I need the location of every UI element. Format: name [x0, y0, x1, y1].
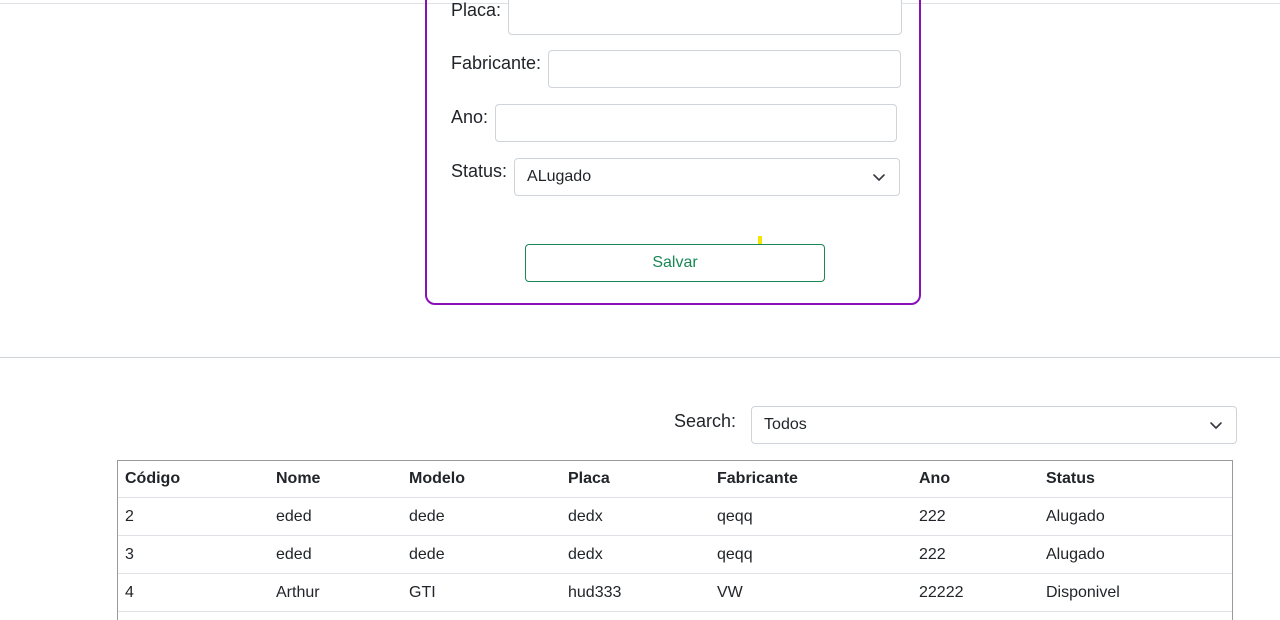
column-header-fabricante: Fabricante — [709, 460, 911, 498]
cell-codigo: 4 — [117, 573, 268, 612]
cell-placa: hud333 — [560, 573, 709, 612]
chevron-down-icon — [1210, 422, 1222, 429]
status-row: Status: ALugado — [451, 158, 901, 196]
fabricante-label: Fabricante: — [451, 53, 542, 73]
column-header-ano: Ano — [911, 460, 1038, 498]
cell-placa: dedx — [560, 497, 709, 536]
table-row[interactable]: 3 eded dede dedx qeqq 222 Alugado — [117, 535, 1233, 574]
ano-input[interactable] — [495, 104, 898, 142]
search-row: Search: Todos — [674, 406, 1238, 444]
cell-status: Disponivel — [1038, 573, 1233, 612]
cell-modelo: dede — [401, 535, 560, 574]
cell-modelo: dede — [401, 497, 560, 536]
chevron-down-icon — [873, 174, 885, 181]
cell-ano: 222 — [911, 535, 1038, 574]
search-label: Search: — [674, 411, 737, 431]
column-header-status: Status — [1038, 460, 1233, 498]
status-selected-value: ALugado — [527, 168, 592, 185]
fabricante-input[interactable] — [548, 50, 902, 88]
placa-input[interactable] — [508, 0, 903, 35]
cell-status: Alugado — [1038, 497, 1233, 536]
fabricante-row: Fabricante: — [451, 50, 902, 88]
table-header-row: Código Nome Modelo Placa Fabricante Ano … — [117, 460, 1233, 498]
cell-nome: eded — [268, 535, 401, 574]
cell-codigo: 2 — [117, 497, 268, 536]
cell-nome: eded — [268, 497, 401, 536]
cell-placa: dedx — [560, 535, 709, 574]
search-selected-value: Todos — [764, 416, 807, 433]
cell-codigo: 3 — [117, 535, 268, 574]
column-header-codigo: Código — [117, 460, 268, 498]
status-select[interactable]: ALugado — [514, 158, 901, 196]
table-row[interactable]: 4 Arthur GTI hud333 VW 22222 Disponivel — [117, 573, 1233, 612]
cell-ano: 222 — [911, 497, 1038, 536]
save-button[interactable]: Salvar — [525, 244, 825, 282]
column-header-nome: Nome — [268, 460, 401, 498]
ano-row: Ano: — [451, 104, 898, 142]
cell-modelo: GTI — [401, 573, 560, 612]
column-header-modelo: Modelo — [401, 460, 560, 498]
vehicles-table: Código Nome Modelo Placa Fabricante Ano … — [117, 460, 1233, 612]
cell-fabricante: qeqq — [709, 535, 911, 574]
cell-ano: 22222 — [911, 573, 1038, 612]
search-select[interactable]: Todos — [751, 406, 1238, 444]
placa-row: Placa: — [451, 0, 903, 35]
ano-label: Ano: — [451, 107, 489, 127]
column-header-placa: Placa — [560, 460, 709, 498]
cell-status: Alugado — [1038, 535, 1233, 574]
status-label: Status: — [451, 161, 508, 181]
table-row[interactable]: 2 eded dede dedx qeqq 222 Alugado — [117, 497, 1233, 536]
placa-label: Placa: — [451, 0, 502, 20]
cell-fabricante: VW — [709, 573, 911, 612]
section-divider — [0, 357, 1280, 358]
cell-fabricante: qeqq — [709, 497, 911, 536]
cell-nome: Arthur — [268, 573, 401, 612]
